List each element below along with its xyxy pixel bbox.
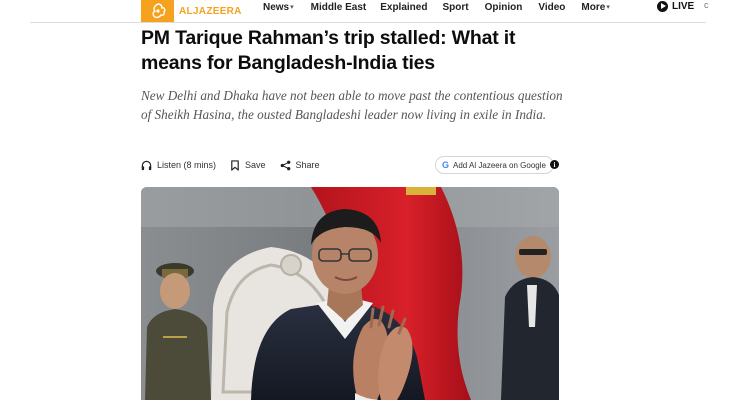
share-label: Share	[295, 160, 320, 170]
nav-item-label: Middle East	[310, 1, 367, 13]
share-icon	[280, 160, 290, 170]
google-icon: G	[442, 160, 450, 170]
aljazeera-logo-mark-icon	[141, 0, 174, 22]
nav-item-label: Sport	[442, 1, 469, 13]
chevron-down-icon: ▾	[606, 4, 610, 11]
top-navigation-bar: ALJAZEERA News ▾ Middle East Explained Sp…	[0, 0, 730, 22]
save-button[interactable]: Save	[230, 159, 266, 171]
share-button[interactable]: Share	[280, 160, 320, 171]
nav-item-video[interactable]: Video	[538, 2, 565, 13]
google-label: Add Al Jazeera on Google	[453, 160, 546, 170]
save-label: Save	[245, 160, 266, 170]
nav-item-label: More	[581, 1, 606, 13]
primary-nav: News ▾ Middle East Explained Sport Opinio…	[263, 0, 610, 14]
nav-item-label: Opinion	[484, 1, 523, 13]
play-icon	[657, 0, 668, 12]
article-actions: Listen (8 mins) Save Share	[141, 157, 334, 173]
nav-item-opinion[interactable]: Opinion	[485, 2, 523, 13]
headphones-icon	[141, 160, 152, 170]
photo-of-man-clapping-icon	[141, 187, 559, 400]
nav-item-sport[interactable]: Sport	[442, 2, 468, 13]
live-button[interactable]: LIVE	[657, 0, 694, 12]
nav-item-news[interactable]: News ▾	[263, 2, 294, 13]
cropped-edge-icon: c	[704, 0, 709, 10]
nav-item-explained[interactable]: Explained	[380, 2, 427, 13]
nav-item-more[interactable]: More ▾	[581, 2, 609, 13]
listen-label: Listen (8 mins)	[157, 160, 217, 170]
info-icon[interactable]: i	[550, 160, 559, 169]
aljazeera-logo[interactable]: ALJAZEERA	[141, 0, 242, 22]
brand-name: ALJAZEERA	[179, 5, 242, 17]
listen-button[interactable]: Listen (8 mins)	[141, 160, 216, 171]
article-standfirst: New Delhi and Dhaka have not been able t…	[141, 88, 563, 122]
nav-item-middle-east[interactable]: Middle East	[311, 2, 367, 13]
bookmark-icon	[231, 159, 239, 171]
live-label: LIVE	[672, 0, 695, 12]
nav-item-label: News	[263, 1, 290, 13]
hero-image	[141, 187, 559, 400]
nav-item-label: Explained	[380, 1, 428, 13]
add-on-google-button[interactable]: G Add Al Jazeera on Google	[435, 156, 554, 174]
article-headline: PM Tarique Rahman’s trip stalled: What i…	[141, 27, 516, 74]
nav-divider	[30, 22, 706, 23]
chevron-down-icon: ▾	[290, 4, 294, 11]
nav-item-label: Video	[538, 1, 566, 13]
